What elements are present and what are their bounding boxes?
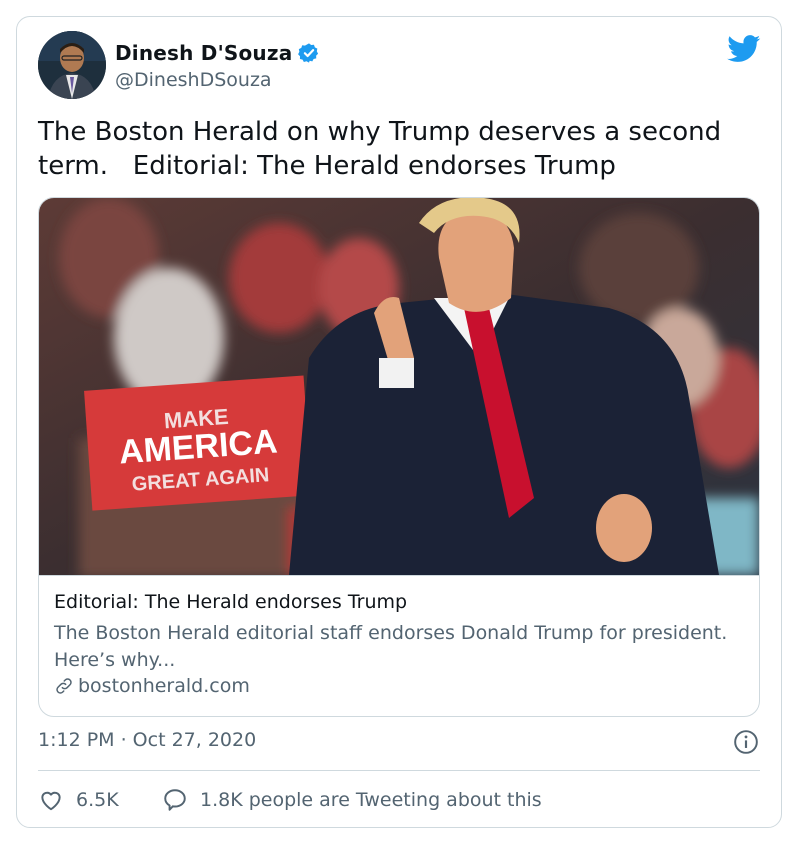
tweet-card: Dinesh D'Souza @DineshDSouza The Boston … <box>16 16 782 828</box>
link-preview-image[interactable]: MAKE AMERICA GREAT AGAIN <box>39 198 760 575</box>
like-count: 6.5K <box>76 789 119 811</box>
author-name-row[interactable]: Dinesh D'Souza <box>115 41 320 65</box>
link-description: The Boston Herald editorial staff endors… <box>54 622 728 671</box>
link-card-divider <box>39 575 759 576</box>
link-domain[interactable]: bostonherald.com <box>78 675 250 697</box>
twitter-bird-icon[interactable] <box>727 35 761 63</box>
stats-divider <box>38 770 760 771</box>
avatar[interactable] <box>38 31 106 99</box>
link-preview-card[interactable]: MAKE AMERICA GREAT AGAIN Editorial: The … <box>38 197 760 717</box>
author-display-name[interactable]: Dinesh D'Souza <box>115 41 292 65</box>
author-handle[interactable]: @DineshDSouza <box>115 69 272 91</box>
like-stat[interactable]: 6.5K <box>38 787 119 813</box>
tweeting-stat[interactable]: 1.8K people are Tweeting about this <box>162 787 542 813</box>
verified-badge-icon <box>298 43 319 63</box>
link-title[interactable]: Editorial: The Herald endorses Trump <box>54 591 407 613</box>
tweet-text: The Boston Herald on why Trump deserves … <box>38 117 722 181</box>
tweet-timestamp[interactable]: 1:12 PM · Oct 27, 2020 <box>38 729 256 751</box>
link-domain-row[interactable]: bostonherald.com <box>54 675 250 697</box>
speech-bubble-icon[interactable] <box>162 787 188 813</box>
info-icon[interactable] <box>733 729 759 755</box>
link-icon <box>56 678 72 694</box>
tweeting-count: 1.8K people are Tweeting about this <box>200 789 542 811</box>
heart-icon[interactable] <box>38 787 64 813</box>
maga-sign: MAKE AMERICA GREAT AGAIN <box>84 375 312 511</box>
